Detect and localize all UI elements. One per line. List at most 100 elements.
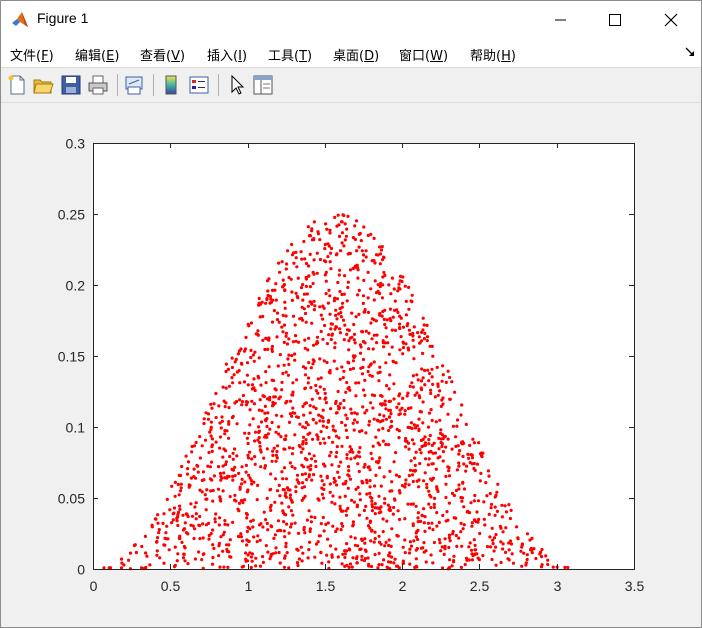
scatter-point [250,387,254,391]
scatter-point [339,528,343,532]
scatter-point [462,523,466,527]
scatter-point [345,563,349,567]
scatter-point [418,410,422,414]
scatter-point [198,537,202,541]
scatter-point [270,525,274,529]
x-tick-label: 0.5 [161,578,181,594]
save-icon[interactable] [60,74,82,96]
scatter-point [461,454,465,458]
scatter-point [345,542,349,546]
scatter-point [338,268,342,272]
scatter-point [288,461,292,465]
insert-colorbar-icon[interactable] [160,74,182,96]
scatter-point [348,450,352,454]
scatter-point [305,478,309,482]
scatter-point [351,520,355,524]
scatter-point [252,535,256,539]
scatter-point [339,311,343,315]
scatter-point [333,502,337,506]
scatter-point [414,535,418,539]
axes-area[interactable] [93,143,634,569]
dock-arrow-icon[interactable] [685,47,695,57]
menu-tools[interactable]: 工具(T) [268,45,312,64]
scatter-point [226,367,230,371]
scatter-point [370,499,374,503]
scatter-point [425,482,429,486]
scatter-point [362,225,366,229]
scatter-point [314,542,319,546]
scatter-point [462,505,466,509]
close-button[interactable] [643,1,699,39]
scatter-point [411,374,415,378]
x-tick-label: 3.5 [625,578,645,594]
open-file-icon[interactable] [32,74,54,96]
scatter-point [503,504,507,508]
scatter-point [277,550,281,555]
scatter-point [261,314,265,319]
edit-plot-arrow-icon[interactable] [226,74,248,96]
scatter-point [385,384,389,388]
scatter-point [259,465,263,469]
scatter-point [302,485,307,489]
scatter-point [265,447,269,451]
scatter-point [236,507,240,511]
scatter-point [206,412,211,416]
scatter-point [388,415,392,419]
scatter-point [272,309,276,313]
scatter-point [492,536,497,540]
scatter-point [340,562,344,566]
x-tick-label: 2.5 [470,578,490,594]
scatter-point [259,383,263,387]
scatter-point [336,389,340,394]
scatter-point [383,341,387,345]
scatter-point [287,505,291,509]
scatter-point [426,463,430,467]
scatter-point [411,385,415,389]
new-figure-icon[interactable] [6,74,28,96]
scatter-point [397,489,402,493]
scatter-point [283,447,287,451]
scatter-point [218,421,222,425]
title-bar[interactable]: Figure 1 [1,1,701,39]
scatter-point [227,543,231,547]
scatter-point [180,540,184,544]
menu-insert[interactable]: 插入(I) [207,45,247,64]
scatter-point [340,522,344,526]
scatter-point [399,335,403,339]
menu-edit[interactable]: 编辑(E) [75,45,119,64]
scatter-point [222,471,226,475]
scatter-point [369,401,373,405]
scatter-point [364,249,368,253]
scatter-point [540,555,544,559]
menu-file[interactable]: 文件(F) [10,45,54,64]
menu-desktop[interactable]: 桌面(D) [333,45,379,64]
scatter-point [201,522,205,526]
scatter-point [410,438,415,442]
scatter-point [345,380,349,385]
scatter-point [274,430,278,434]
scatter-point [370,505,375,509]
scatter-point [319,550,323,554]
scatter-point [459,565,463,569]
scatter-point [335,297,339,301]
scatter-plot[interactable]: 0 0.5 1 1.5 2 2.5 3 3.500.050.10.150.20.250.3 [1,102,701,627]
scatter-point [264,301,268,305]
scatter-point [349,457,353,461]
scatter-point [447,469,451,473]
scatter-point [294,250,298,254]
link-plot-icon[interactable] [123,74,145,96]
minimize-button[interactable] [533,1,589,39]
scatter-point [459,521,463,525]
insert-legend-icon[interactable] [188,74,210,96]
menu-window[interactable]: 窗口(W) [399,45,448,64]
scatter-point [307,264,311,268]
scatter-point [378,245,382,249]
property-inspector-icon[interactable] [252,74,274,96]
maximize-button[interactable] [587,1,643,39]
scatter-point [290,290,294,294]
scatter-point [246,441,250,446]
menu-view[interactable]: 查看(V) [140,45,185,64]
scatter-point [347,328,351,332]
menu-help[interactable]: 帮助(H) [470,45,516,64]
print-icon[interactable] [87,74,109,96]
